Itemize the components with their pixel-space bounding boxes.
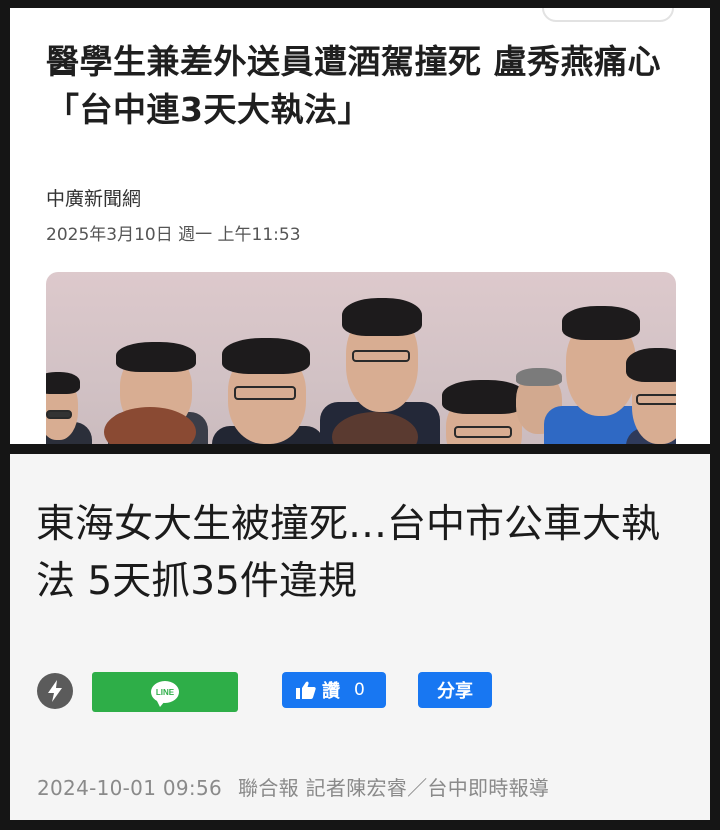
line-icon-label: LINE xyxy=(155,687,175,697)
thumbs-up-icon xyxy=(296,681,316,699)
article-headline[interactable]: 東海女大生被撞死…台中市公車大執法 5天抓35件違規 xyxy=(36,496,696,610)
share-label: 分享 xyxy=(437,681,473,702)
article-meta: 2024-10-01 09:56 聯合報 記者陳宏睿／台中即時報導 xyxy=(37,772,549,801)
article-timestamp: 2024-10-01 09:56 xyxy=(37,776,223,800)
article-headline[interactable]: 醫學生兼差外送員遭酒駕撞死 盧秀燕痛心「台中連3天大執法」 xyxy=(46,38,686,134)
facebook-like-button[interactable]: 讚 0 xyxy=(282,672,386,708)
article-date: 2025年3月10日 週一 上午11:53 xyxy=(46,225,301,245)
line-share-button[interactable]: LINE xyxy=(92,672,238,712)
like-label: 讚 xyxy=(322,681,340,702)
screenshot-divider xyxy=(0,444,720,454)
article-byline: 聯合報 記者陳宏睿／台中即時報導 xyxy=(238,776,550,800)
lightning-icon[interactable] xyxy=(37,673,73,709)
like-count: 0 xyxy=(354,680,365,700)
article-card-top: 醫學生兼差外送員遭酒駕撞死 盧秀燕痛心「台中連3天大執法」 中廣新聞網 2025… xyxy=(10,8,710,444)
article-card-bottom: 東海女大生被撞死…台中市公車大執法 5天抓35件違規 LINE 讚 0 分享 2… xyxy=(10,454,710,820)
top-pill-button[interactable] xyxy=(542,8,674,22)
article-source[interactable]: 中廣新聞網 xyxy=(46,184,141,211)
line-icon: LINE xyxy=(151,681,179,707)
lightning-icon-glyph xyxy=(48,680,62,702)
article-photo[interactable] xyxy=(46,272,676,444)
facebook-share-button[interactable]: 分享 xyxy=(418,672,492,708)
